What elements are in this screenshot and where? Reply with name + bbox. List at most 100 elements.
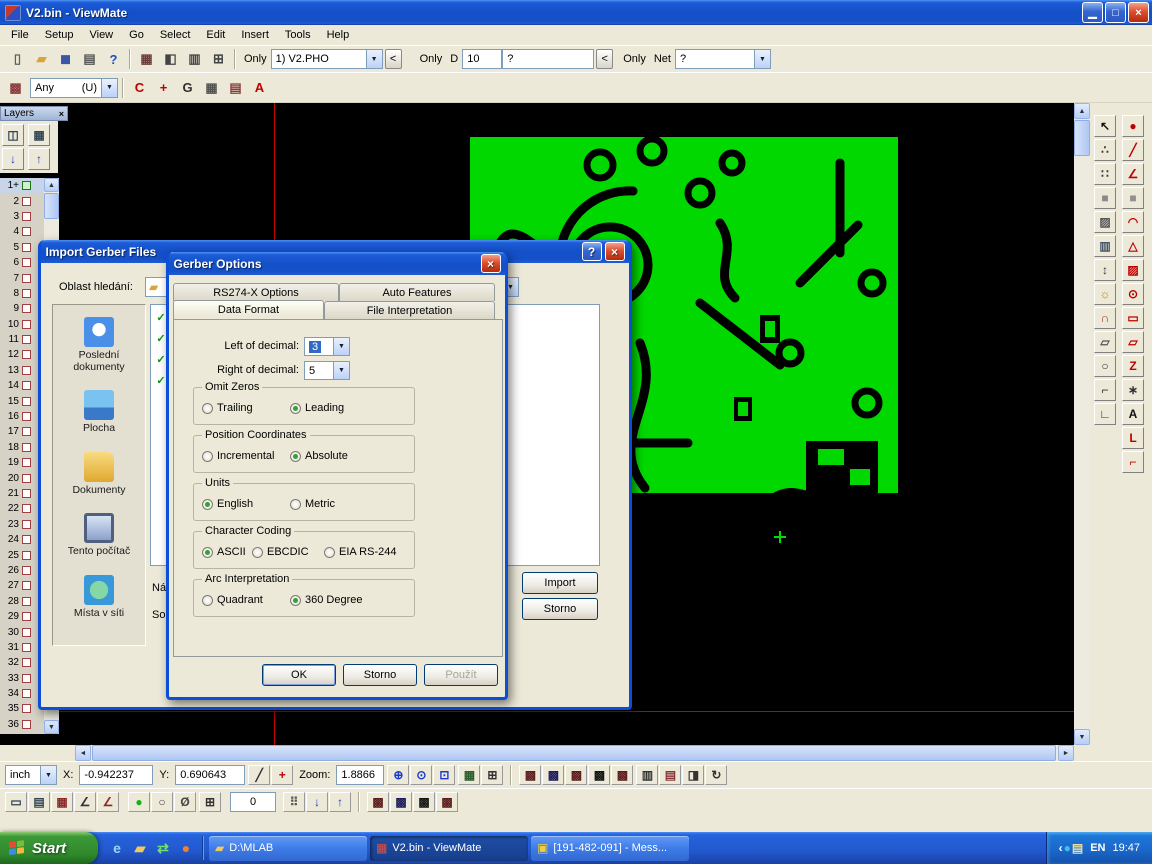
layer-swatch[interactable] xyxy=(22,674,31,683)
layer-swatch[interactable] xyxy=(22,458,31,467)
layer-swatch[interactable] xyxy=(22,474,31,483)
letter-g-icon[interactable]: G xyxy=(176,77,199,99)
pad-grid-icon[interactable]: ▦ xyxy=(200,77,223,99)
sun-icon[interactable]: ☼ xyxy=(1094,283,1116,305)
close-button[interactable]: × xyxy=(481,254,501,273)
dot-grid-icon[interactable]: ⠿ xyxy=(283,792,305,812)
close-button[interactable]: × xyxy=(605,242,625,261)
layer-swatch[interactable] xyxy=(22,381,31,390)
step-up-icon[interactable]: ↑ xyxy=(329,792,351,812)
layer-swatch[interactable] xyxy=(22,443,31,452)
bar-chart-icon[interactable]: ▥ xyxy=(1094,235,1116,257)
horizontal-scrollbar[interactable]: ◄ ► xyxy=(75,745,1074,761)
zoom-in-icon[interactable]: ⊕ xyxy=(387,765,409,785)
filled-square-icon[interactable]: ■ xyxy=(1094,187,1116,209)
scrollbar-thumb[interactable] xyxy=(44,193,59,219)
letter-c-icon[interactable]: C xyxy=(128,77,151,99)
scroll-right-icon[interactable]: ► xyxy=(1058,745,1074,761)
layer-down-icon[interactable]: ↓ xyxy=(2,148,24,170)
green-light-icon[interactable]: ● xyxy=(128,792,150,812)
folder-icon[interactable]: ▰ xyxy=(130,838,150,858)
draw-rect-icon[interactable]: ▭ xyxy=(1122,307,1144,329)
film-neg-icon[interactable]: ▤ xyxy=(659,765,681,785)
film-1-icon[interactable]: ▩ xyxy=(519,765,541,785)
draw-dot-icon[interactable]: ● xyxy=(1122,115,1144,137)
layer-swatch[interactable] xyxy=(22,320,31,329)
prev-layer-button[interactable]: < xyxy=(385,49,402,69)
save-icon[interactable]: ◼ xyxy=(54,48,77,70)
scrollbar-thumb[interactable] xyxy=(92,745,1056,761)
language-indicator[interactable]: EN xyxy=(1090,842,1105,854)
trace-grid-icon[interactable]: ▤ xyxy=(224,77,247,99)
task-button-0[interactable]: ▰D:\MLAB xyxy=(209,836,367,861)
import-button[interactable]: Import xyxy=(522,572,598,594)
ruler-icon[interactable]: ▭ xyxy=(5,792,27,812)
scrollbar-thumb[interactable] xyxy=(1074,120,1090,156)
layer-swatch[interactable] xyxy=(22,689,31,698)
draw-line-icon[interactable]: ╱ xyxy=(1122,139,1144,161)
white-circle-icon[interactable]: ○ xyxy=(151,792,173,812)
place-item-4[interactable]: Místa v síti xyxy=(55,575,143,620)
zoom-window-icon[interactable]: ⊡ xyxy=(433,765,455,785)
hook-icon[interactable]: ⌐ xyxy=(1122,451,1144,473)
sync-arrows-icon[interactable]: ⇄ xyxy=(153,838,173,858)
highlight-dcode-icon[interactable]: ◧ xyxy=(159,48,182,70)
layer-colors-icon[interactable]: ▦ xyxy=(28,124,50,146)
scroll-down-icon[interactable]: ▼ xyxy=(1074,729,1090,745)
layer-swatch[interactable] xyxy=(22,304,31,313)
layer-row-4[interactable]: 4 xyxy=(0,224,44,239)
scroll-left-icon[interactable]: ◄ xyxy=(75,745,91,761)
film-red-icon[interactable]: ▦ xyxy=(51,792,73,812)
film-7-icon[interactable]: ▩ xyxy=(390,792,412,812)
layer-swatch[interactable] xyxy=(22,535,31,544)
layer-swatch[interactable] xyxy=(22,581,31,590)
layer-swatch[interactable] xyxy=(22,243,31,252)
menu-item-insert[interactable]: Insert xyxy=(233,26,277,44)
apply-button[interactable]: Použít xyxy=(424,664,498,686)
menu-item-select[interactable]: Select xyxy=(152,26,199,44)
chevron-down-icon[interactable] xyxy=(101,79,117,97)
layer-swatch[interactable] xyxy=(22,350,31,359)
task-button-2[interactable]: ▣[191-482-091] - Mess... xyxy=(531,836,689,861)
hide-icons-chevron[interactable]: ‹ xyxy=(1059,841,1063,855)
layer-swatch[interactable] xyxy=(22,643,31,652)
star-icon[interactable]: ∗ xyxy=(1122,379,1144,401)
center-cross-icon[interactable]: + xyxy=(152,77,175,99)
layer-swatch[interactable] xyxy=(22,597,31,606)
layer-swatch[interactable] xyxy=(22,704,31,713)
film-2-icon[interactable]: ▩ xyxy=(542,765,564,785)
parallelogram-icon[interactable]: ▱ xyxy=(1094,331,1116,353)
draw-z-icon[interactable]: Z xyxy=(1122,355,1144,377)
layer-swatch[interactable] xyxy=(22,366,31,375)
restore-button[interactable]: □ xyxy=(1105,2,1126,23)
place-item-0[interactable]: Poslední dokumenty xyxy=(55,317,143,373)
film-stack-icon[interactable]: ▤ xyxy=(28,792,50,812)
net-combo[interactable]: ? xyxy=(675,49,771,69)
grid-b-icon[interactable]: ⊞ xyxy=(481,765,503,785)
menu-item-help[interactable]: Help xyxy=(319,26,358,44)
cancel-button[interactable]: Storno xyxy=(522,598,598,620)
layer-swatch[interactable] xyxy=(22,504,31,513)
layer-swatch[interactable] xyxy=(22,258,31,267)
menu-item-view[interactable]: View xyxy=(81,26,121,44)
dcode-table-icon[interactable]: ⊞ xyxy=(207,48,230,70)
layer-swatch[interactable] xyxy=(22,227,31,236)
pointer-tool-icon[interactable]: ↖ xyxy=(1094,115,1116,137)
close-icon[interactable]: × xyxy=(59,109,64,119)
flip-icon[interactable]: ◨ xyxy=(682,765,704,785)
cancel-button[interactable]: Storno xyxy=(343,664,417,686)
chevron-down-icon[interactable] xyxy=(366,50,382,68)
dots-grid-icon[interactable]: ∷ xyxy=(1094,163,1116,185)
draw-arc-icon[interactable]: ◠ xyxy=(1122,211,1144,233)
scroll-down-icon[interactable]: ▼ xyxy=(44,720,59,734)
menu-item-edit[interactable]: Edit xyxy=(198,26,233,44)
start-button[interactable]: Start xyxy=(0,832,98,864)
only-dcode-label[interactable]: Only xyxy=(420,53,443,65)
circle-tool-icon[interactable]: ○ xyxy=(1094,355,1116,377)
layer-swatch[interactable] xyxy=(22,412,31,421)
letter-a-icon[interactable]: A xyxy=(248,77,271,99)
magnet-icon[interactable]: ∩ xyxy=(1094,307,1116,329)
layer-combo[interactable]: 1) V2.PHO xyxy=(271,49,383,69)
pad-array-icon[interactable]: ∴ xyxy=(1094,139,1116,161)
draw-parallelogram-icon[interactable]: ▱ xyxy=(1122,331,1144,353)
